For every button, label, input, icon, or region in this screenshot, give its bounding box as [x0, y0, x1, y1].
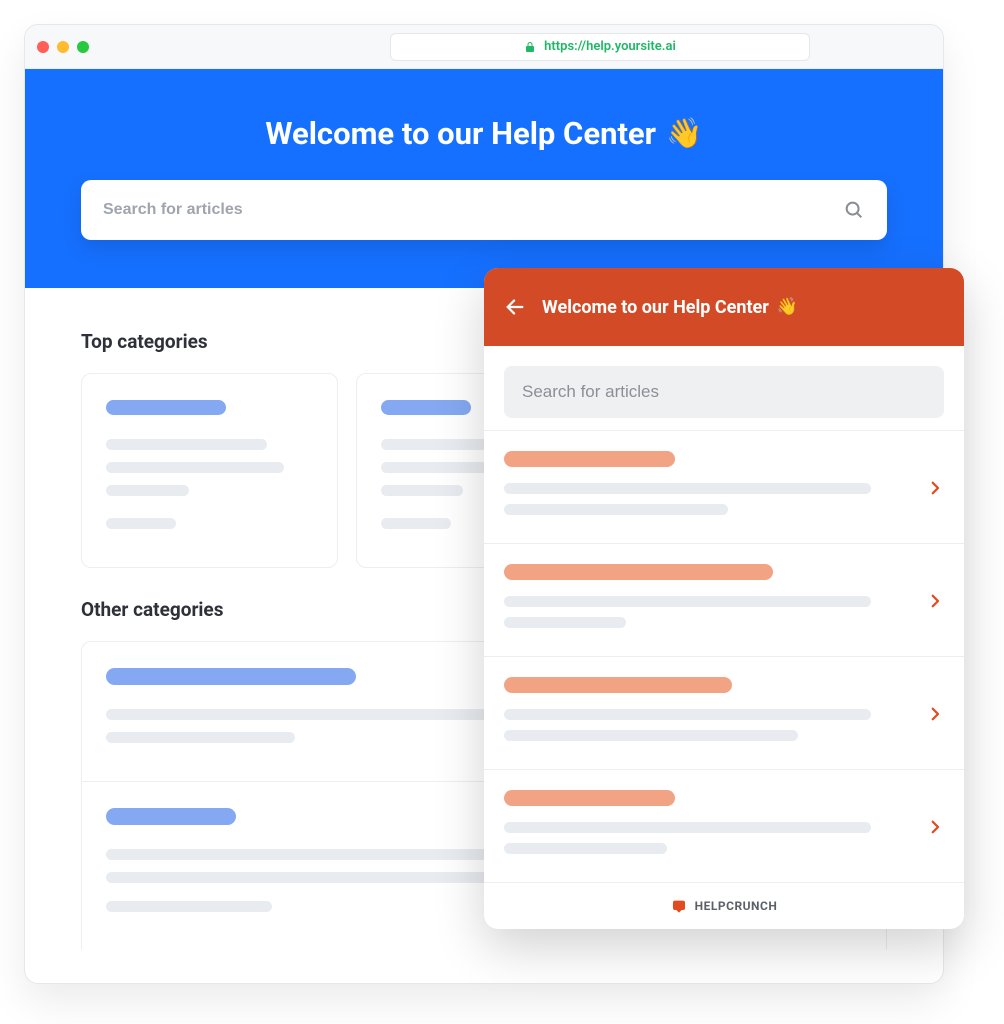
widget-article-item[interactable] [484, 770, 964, 883]
widget-item-body [504, 790, 912, 864]
search-input[interactable] [103, 201, 843, 219]
skeleton-title [504, 451, 675, 467]
category-card[interactable] [81, 373, 338, 568]
skeleton-title [504, 790, 675, 806]
chevron-right-icon [926, 592, 944, 610]
widget-item-body [504, 677, 912, 751]
skeleton-line [106, 485, 189, 496]
window-close-button[interactable] [37, 41, 49, 53]
wave-icon: 👋 [666, 117, 703, 151]
window-maximize-button[interactable] [77, 41, 89, 53]
search-icon[interactable] [843, 199, 865, 221]
skeleton-title [504, 564, 773, 580]
widget-footer[interactable]: HELPCRUNCH [484, 883, 964, 929]
skeleton-line [504, 822, 871, 833]
page-title: Welcome to our Help Center 👋 [265, 115, 702, 152]
helpcrunch-logo-icon [671, 898, 687, 914]
skeleton-title [106, 668, 356, 685]
wave-icon: 👋 [777, 297, 798, 317]
widget-footer-brand: HELPCRUNCH [695, 899, 778, 913]
widget-title-text: Welcome to our Help Center [542, 297, 769, 318]
skeleton-line [381, 518, 451, 529]
skeleton-line [106, 732, 295, 743]
search-bar[interactable] [81, 180, 887, 240]
skeleton-line [106, 872, 522, 883]
widget-search-bar[interactable] [504, 366, 944, 418]
skeleton-title [504, 677, 732, 693]
widget-article-item[interactable] [484, 431, 964, 544]
back-arrow-icon[interactable] [504, 296, 526, 318]
chevron-right-icon [926, 479, 944, 497]
skeleton-line [106, 439, 267, 450]
page-title-text: Welcome to our Help Center [265, 115, 656, 152]
help-widget: Welcome to our Help Center 👋 [484, 268, 964, 929]
widget-search-input[interactable] [522, 382, 926, 402]
widget-item-body [504, 451, 912, 525]
skeleton-line [106, 901, 272, 912]
skeleton-line [504, 730, 798, 741]
window-minimize-button[interactable] [57, 41, 69, 53]
lock-icon [524, 41, 536, 53]
skeleton-line [504, 504, 728, 515]
url-text: https://help.yoursite.ai [544, 39, 676, 54]
skeleton-line [381, 485, 464, 496]
widget-article-item[interactable] [484, 657, 964, 770]
skeleton-line [106, 518, 176, 529]
url-bar[interactable]: https://help.yoursite.ai [390, 33, 810, 61]
skeleton-title [106, 400, 226, 415]
skeleton-title [381, 400, 471, 415]
title-bar: https://help.yoursite.ai [25, 25, 943, 69]
skeleton-line [504, 483, 871, 494]
skeleton-line [106, 462, 284, 473]
traffic-lights [37, 41, 89, 53]
widget-item-body [504, 564, 912, 638]
chevron-right-icon [926, 818, 944, 836]
skeleton-line [504, 843, 667, 854]
skeleton-line [504, 596, 871, 607]
skeleton-line [504, 617, 626, 628]
chevron-right-icon [926, 705, 944, 723]
widget-search-wrap [484, 346, 964, 431]
widget-header: Welcome to our Help Center 👋 [484, 268, 964, 346]
widget-title: Welcome to our Help Center 👋 [542, 297, 798, 318]
skeleton-line [504, 709, 871, 720]
hero: Welcome to our Help Center 👋 [25, 69, 943, 288]
skeleton-title [106, 808, 236, 825]
widget-article-item[interactable] [484, 544, 964, 657]
